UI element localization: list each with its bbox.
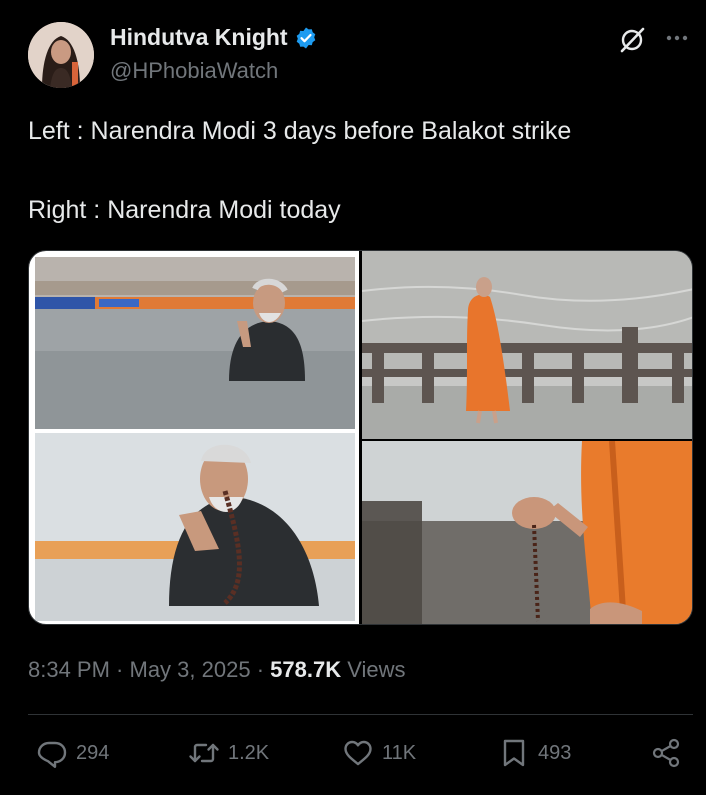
- author-handle[interactable]: @HPhobiaWatch: [110, 58, 278, 84]
- photo-left-top[interactable]: [29, 251, 359, 431]
- tweet-text-line-1: Left : Narendra Modi 3 days before Balak…: [28, 117, 572, 145]
- bookmark-button[interactable]: 493: [498, 737, 571, 769]
- tweet: Hindutva Knight @HPhobiaWatch Left : Nar…: [0, 0, 706, 795]
- grok-icon[interactable]: [618, 26, 646, 54]
- media-divider-horizontal: [362, 439, 692, 441]
- photo-right-top[interactable]: [362, 251, 693, 439]
- photo-right-bottom[interactable]: [362, 441, 693, 625]
- like-button[interactable]: 11K: [342, 737, 416, 769]
- share-icon: [652, 738, 680, 768]
- media-grid[interactable]: [28, 250, 693, 625]
- tweet-date[interactable]: May 3, 2025: [130, 657, 251, 682]
- tweet-meta: 8:34 PM · May 3, 2025 · 578.7K Views: [28, 657, 406, 683]
- divider: [28, 714, 693, 715]
- reply-count: 294: [76, 741, 110, 764]
- photo-left-bottom[interactable]: [29, 431, 359, 625]
- author-name[interactable]: Hindutva Knight: [110, 24, 288, 51]
- tweet-time[interactable]: 8:34 PM: [28, 657, 110, 682]
- verified-badge-icon: [296, 27, 315, 48]
- views-count: 578.7K: [270, 657, 342, 682]
- author-name-row[interactable]: Hindutva Knight: [110, 24, 318, 51]
- meta-separator: ·: [250, 657, 271, 682]
- retweet-count: 1.2K: [228, 741, 270, 764]
- tweet-text-line-2: Right : Narendra Modi today: [28, 196, 341, 224]
- share-button[interactable]: [650, 737, 682, 769]
- bookmark-count: 493: [538, 741, 572, 764]
- like-count: 11K: [382, 741, 417, 764]
- bookmark-icon: [503, 739, 525, 767]
- more-options-icon[interactable]: [664, 28, 690, 48]
- retweet-icon: [189, 743, 219, 763]
- retweet-button[interactable]: 1.2K: [188, 737, 269, 769]
- avatar[interactable]: [28, 22, 94, 88]
- reply-button[interactable]: 294: [36, 737, 109, 769]
- media-divider-vertical: [359, 251, 362, 624]
- reply-icon: [37, 741, 67, 768]
- views-label: Views: [341, 657, 406, 682]
- meta-separator: ·: [109, 657, 130, 682]
- heart-icon: [344, 740, 372, 766]
